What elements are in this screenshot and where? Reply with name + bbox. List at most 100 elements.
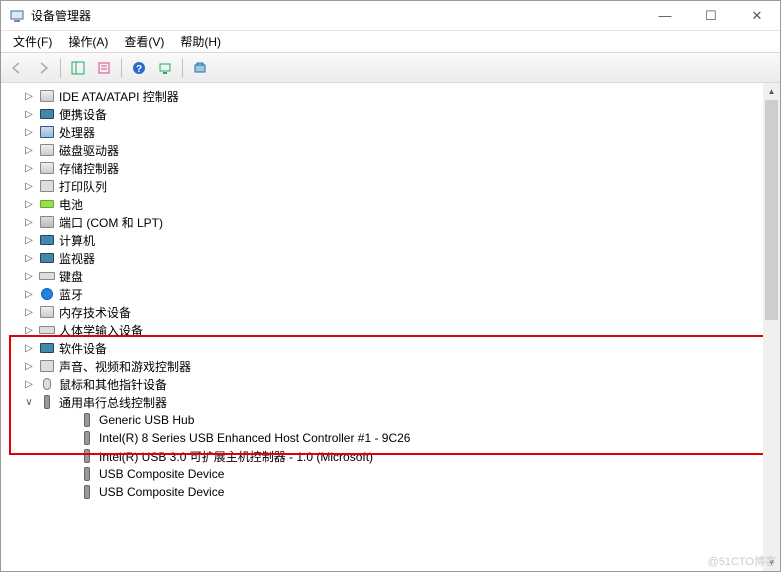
close-button[interactable]: ✕ — [734, 1, 780, 30]
tree-child-item[interactable]: USB Composite Device — [13, 465, 780, 483]
toolbar-separator — [182, 58, 183, 78]
tree-child-item[interactable]: Intel(R) USB 3.0 可扩展主机控制器 - 1.0 (Microso… — [13, 447, 780, 465]
tree-item-label: 监视器 — [59, 250, 95, 267]
tree-item-label: 声音、视频和游戏控制器 — [59, 358, 191, 375]
device-category-icon — [39, 106, 55, 122]
device-category-icon — [39, 88, 55, 104]
maximize-button[interactable]: ☐ — [688, 1, 734, 30]
device-category-icon — [39, 286, 55, 302]
tree-item-label: 存储控制器 — [59, 160, 119, 177]
tree-item[interactable]: ▷ 监视器 — [13, 249, 780, 267]
expand-icon[interactable]: ▷ — [23, 181, 35, 192]
expand-icon[interactable]: ▷ — [23, 361, 35, 372]
usb-device-icon — [79, 430, 95, 446]
tree-item-label: 电池 — [59, 196, 83, 213]
device-category-icon — [39, 358, 55, 374]
tree-child-item[interactable]: USB Composite Device — [13, 483, 780, 501]
scroll-up-button[interactable]: ▲ — [763, 83, 780, 100]
properties-button[interactable] — [92, 57, 116, 79]
titlebar: 设备管理器 — ☐ ✕ — [1, 1, 780, 31]
scrollbar-thumb[interactable] — [765, 100, 778, 320]
tree-item-expanded[interactable]: ∨ 通用串行总线控制器 — [13, 393, 780, 411]
toolbar-separator — [121, 58, 122, 78]
tree-item-label: 键盘 — [59, 268, 83, 285]
expand-icon[interactable]: ▷ — [23, 253, 35, 264]
expand-icon[interactable]: ▷ — [23, 217, 35, 228]
expand-icon[interactable]: ▷ — [23, 379, 35, 390]
collapse-icon[interactable]: ∨ — [23, 397, 35, 408]
device-category-icon — [39, 214, 55, 230]
tree-item-label: Intel(R) USB 3.0 可扩展主机控制器 - 1.0 (Microso… — [99, 448, 373, 465]
device-category-icon — [39, 178, 55, 194]
tree-item[interactable]: ▷内存技术设备 — [13, 303, 780, 321]
expand-icon[interactable]: ▷ — [23, 289, 35, 300]
device-category-icon — [39, 232, 55, 248]
expand-icon[interactable]: ▷ — [23, 109, 35, 120]
device-category-icon — [39, 160, 55, 176]
menubar: 文件(F) 操作(A) 查看(V) 帮助(H) — [1, 31, 780, 53]
vertical-scrollbar[interactable]: ▲ ▼ — [763, 83, 780, 571]
device-category-icon — [39, 376, 55, 392]
tree-item-label: USB Composite Device — [99, 485, 224, 499]
menu-view[interactable]: 查看(V) — [116, 30, 172, 53]
device-tree[interactable]: ▷IDE ATA/ATAPI 控制器▷便携设备▷处理器▷磁盘驱动器▷存储控制器▷… — [1, 83, 780, 571]
tree-item[interactable]: ▷ 电池 — [13, 195, 780, 213]
expand-icon[interactable]: ▷ — [23, 91, 35, 102]
expand-icon[interactable]: ▷ — [23, 235, 35, 246]
menu-action[interactable]: 操作(A) — [60, 30, 116, 53]
tree-item[interactable]: ▷ 键盘 — [13, 267, 780, 285]
tree-item-label: 便携设备 — [59, 106, 107, 123]
device-category-icon — [39, 250, 55, 266]
menu-help[interactable]: 帮助(H) — [172, 30, 229, 53]
device-category-icon — [39, 142, 55, 158]
tree-item-label: 通用串行总线控制器 — [59, 394, 167, 411]
expand-icon[interactable]: ▷ — [23, 271, 35, 282]
device-category-icon — [39, 304, 55, 320]
expand-icon[interactable]: ▷ — [23, 325, 35, 336]
expand-icon[interactable]: ▷ — [23, 307, 35, 318]
tree-item[interactable]: ▷处理器 — [13, 123, 780, 141]
back-button — [5, 57, 29, 79]
tree-child-item[interactable]: Generic USB Hub — [13, 411, 780, 429]
tree-item-label: 端口 (COM 和 LPT) — [59, 214, 163, 231]
menu-file[interactable]: 文件(F) — [5, 30, 60, 53]
devices-printers-button[interactable] — [188, 57, 212, 79]
tree-item-label: USB Composite Device — [99, 467, 224, 481]
tree-child-item[interactable]: Intel(R) 8 Series USB Enhanced Host Cont… — [13, 429, 780, 447]
tree-item[interactable]: ▷ IDE ATA/ATAPI 控制器 — [13, 87, 780, 105]
usb-controller-icon — [39, 394, 55, 410]
console-tree-button[interactable] — [66, 57, 90, 79]
usb-device-icon — [79, 412, 95, 428]
device-category-icon — [39, 322, 55, 338]
expand-icon[interactable]: ▷ — [23, 343, 35, 354]
expand-icon[interactable]: ▷ — [23, 163, 35, 174]
tree-item[interactable]: ▷ 打印队列 — [13, 177, 780, 195]
expand-icon[interactable]: ▷ — [23, 127, 35, 138]
tree-item-label: 打印队列 — [59, 178, 107, 195]
tree-item[interactable]: ▷ 端口 (COM 和 LPT) — [13, 213, 780, 231]
tree-item-label: 鼠标和其他指针设备 — [59, 376, 167, 393]
help-button[interactable]: ? — [127, 57, 151, 79]
tree-item[interactable]: ▷ 鼠标和其他指针设备 — [13, 375, 780, 393]
tree-item[interactable]: ▷软件设备 — [13, 339, 780, 357]
watermark-text: @51CTO博客 — [708, 553, 776, 569]
minimize-button[interactable]: — — [642, 1, 688, 30]
tree-item[interactable]: ▷ 声音、视频和游戏控制器 — [13, 357, 780, 375]
usb-device-icon — [79, 466, 95, 482]
tree-item[interactable]: ▷ 磁盘驱动器 — [13, 141, 780, 159]
toolbar-separator — [60, 58, 61, 78]
scan-hardware-button[interactable] — [153, 57, 177, 79]
device-category-icon — [39, 124, 55, 140]
device-category-icon — [39, 268, 55, 284]
expand-icon[interactable]: ▷ — [23, 145, 35, 156]
tree-item-label: 磁盘驱动器 — [59, 142, 119, 159]
tree-item[interactable]: ▷蓝牙 — [13, 285, 780, 303]
tree-item[interactable]: ▷ 存储控制器 — [13, 159, 780, 177]
tree-item[interactable]: ▷ 便携设备 — [13, 105, 780, 123]
tree-item[interactable]: ▷计算机 — [13, 231, 780, 249]
tree-item-label: 人体学输入设备 — [59, 322, 143, 339]
tree-item-label: IDE ATA/ATAPI 控制器 — [59, 88, 179, 105]
device-manager-icon — [9, 8, 25, 24]
expand-icon[interactable]: ▷ — [23, 199, 35, 210]
tree-item[interactable]: ▷ 人体学输入设备 — [13, 321, 780, 339]
